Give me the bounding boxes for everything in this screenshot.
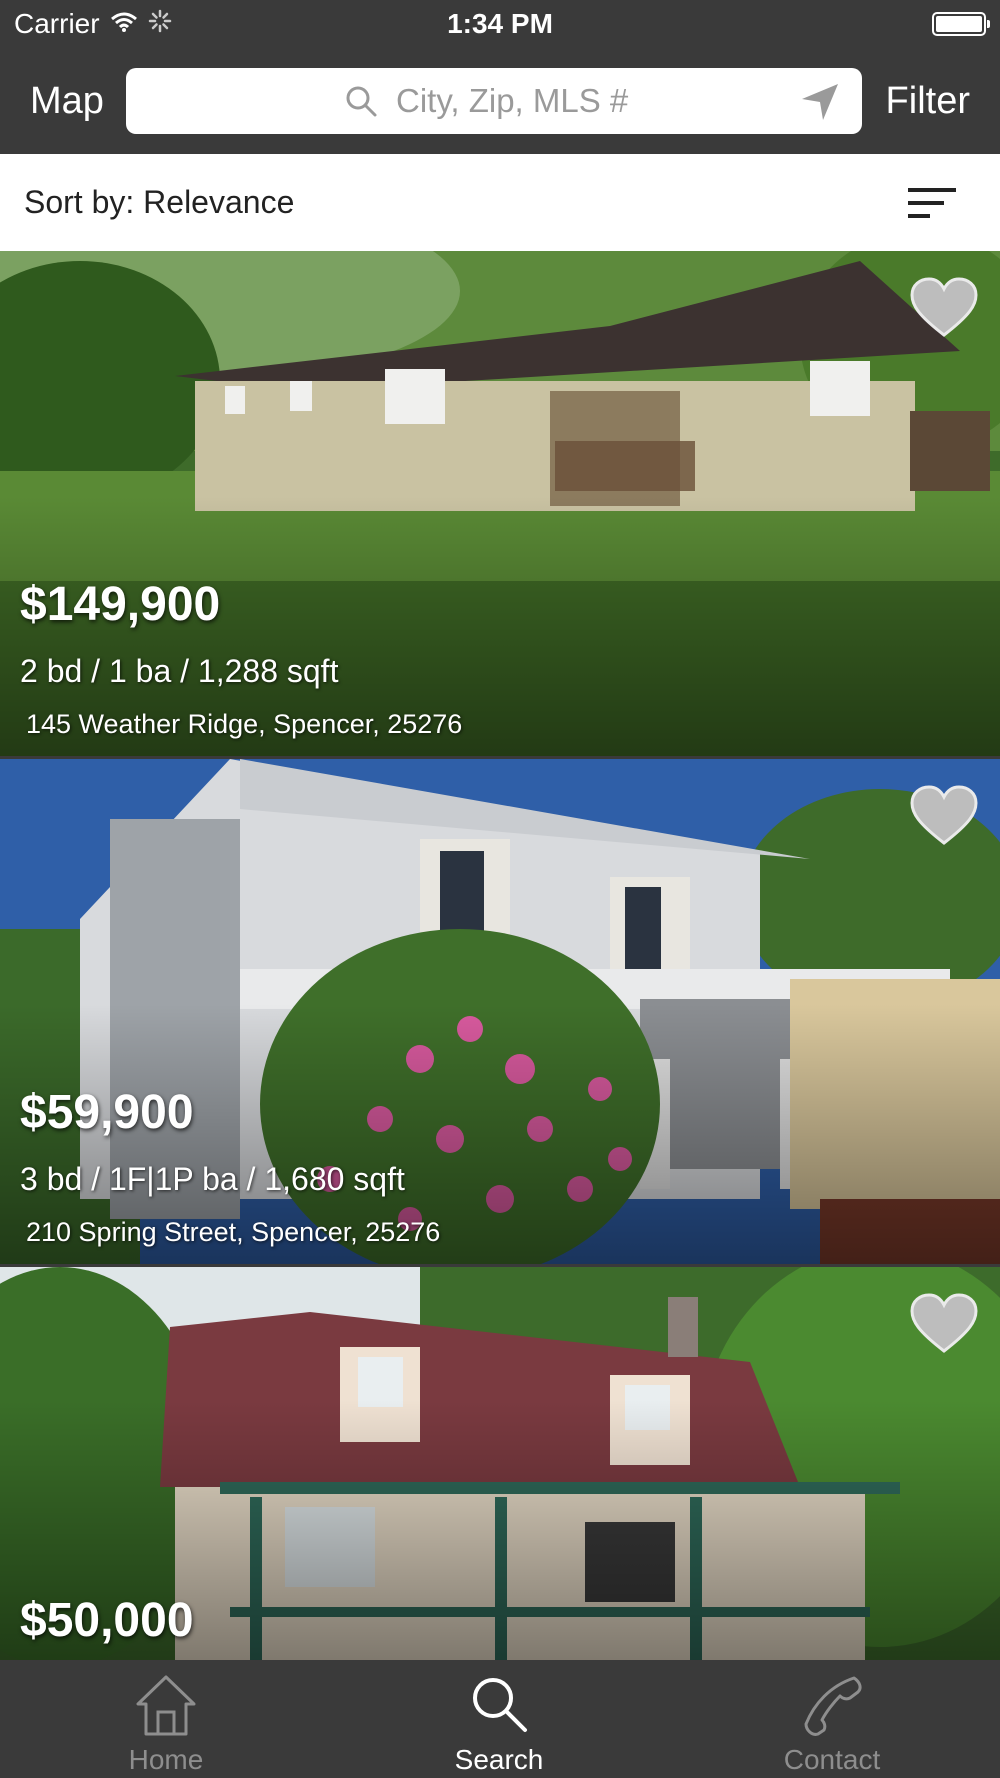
status-time: 1:34 PM	[447, 8, 553, 39]
location-arrow-icon[interactable]	[800, 82, 840, 127]
filter-button[interactable]: Filter	[886, 80, 970, 123]
search-icon	[344, 84, 378, 123]
tab-label: Home	[128, 1744, 204, 1775]
listing-address: 210 Spring Street, Spencer, 25276	[26, 1217, 441, 1247]
house-icon	[134, 1674, 198, 1741]
magnifier-icon	[469, 1674, 529, 1739]
listing-address: 145 Weather Ridge, Spencer, 25276	[26, 709, 463, 739]
map-button[interactable]: Map	[30, 80, 104, 123]
tab-contact[interactable]: Contact	[722, 1660, 942, 1778]
nav-bar: Map City, Zip, MLS # Filter	[0, 50, 1000, 154]
tab-label: Contact	[783, 1744, 881, 1775]
listing-card[interactable]: $59,900 3 bd / 1F|1P ba / 1,680 sqft 210…	[0, 759, 1000, 1264]
listing-specs: 2 bd / 1 ba / 1,288 sqft	[20, 653, 339, 689]
listing-price: $50,000	[20, 1594, 194, 1647]
listing-specs: 3 bd / 1F|1P ba / 1,680 sqft	[20, 1161, 405, 1197]
search-placeholder: City, Zip, MLS #	[396, 82, 629, 119]
status-bar: Carrier 1:34 PM	[0, 0, 1000, 50]
favorite-heart-icon[interactable]	[910, 277, 978, 342]
sort-bar[interactable]: Sort by: Relevance	[0, 154, 1000, 251]
listing-price: $59,900	[20, 1086, 194, 1139]
tab-bar: Home Search Contact	[0, 1660, 1000, 1778]
favorite-heart-icon[interactable]	[910, 785, 978, 850]
tab-label: Search	[454, 1744, 544, 1775]
search-input[interactable]: City, Zip, MLS #	[126, 68, 862, 134]
listing-card[interactable]: $50,000	[0, 1267, 1000, 1660]
listing-price: $149,900	[20, 578, 221, 631]
tab-search[interactable]: Search	[389, 1660, 609, 1778]
listing-card[interactable]: $149,900 2 bd / 1 ba / 1,288 sqft 145 We…	[0, 251, 1000, 756]
battery-icon	[932, 12, 990, 36]
tab-home[interactable]: Home	[56, 1660, 276, 1778]
phone-icon	[800, 1674, 864, 1741]
sort-label[interactable]: Sort by: Relevance	[24, 184, 294, 221]
favorite-heart-icon[interactable]	[910, 1293, 978, 1358]
sort-lines-icon[interactable]	[908, 188, 956, 225]
